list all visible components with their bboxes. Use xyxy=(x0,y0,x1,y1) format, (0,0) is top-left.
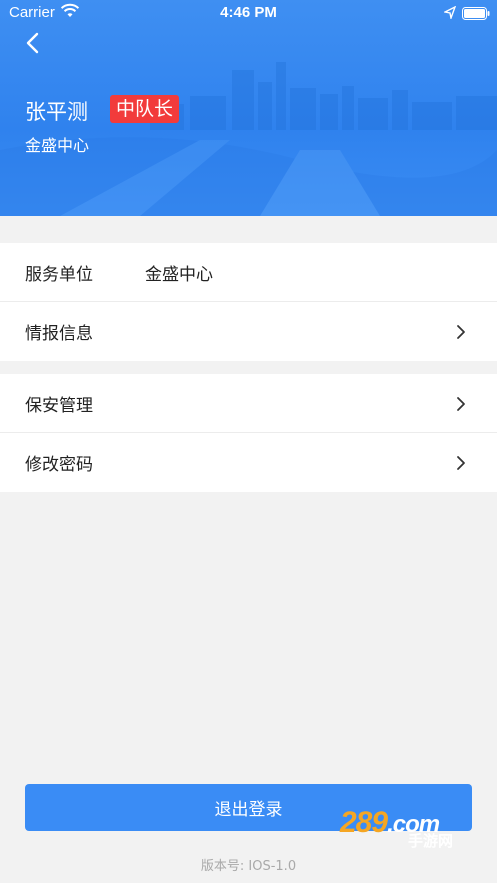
logout-button-label: 退出登录 xyxy=(214,800,283,820)
management-list: 保安管理 修改密码 xyxy=(0,374,497,492)
watermark-logo: 289.com 手游网 xyxy=(340,806,454,850)
service-unit-value: 金盛中心 xyxy=(145,264,213,285)
version-label: 版本号: IOS-1.0 xyxy=(200,859,297,874)
service-unit-label: 服务单位 xyxy=(25,264,93,285)
chevron-right-icon xyxy=(456,455,466,475)
clock-label: 4:46 PM xyxy=(220,4,277,21)
profile-header: Carrier 4:46 PM 张平测 中队长 金盛中心 xyxy=(0,0,497,216)
intelligence-label: 情报信息 xyxy=(25,324,93,344)
list-item-intelligence[interactable]: 情报信息 xyxy=(0,302,497,361)
security-management-label: 保安管理 xyxy=(25,395,93,416)
info-list: 服务单位 金盛中心 情报信息 xyxy=(0,243,497,361)
list-item-service-unit: 服务单位 金盛中心 xyxy=(0,243,497,302)
change-password-label: 修改密码 xyxy=(25,455,93,475)
list-item-change-password[interactable]: 修改密码 xyxy=(0,433,497,492)
location-arrow-icon xyxy=(442,5,457,23)
organization-label: 金盛中心 xyxy=(25,136,90,155)
battery-icon xyxy=(462,6,490,24)
back-arrow-icon[interactable] xyxy=(22,30,46,58)
role-badge: 中队长 xyxy=(110,95,180,123)
chevron-right-icon xyxy=(456,324,466,344)
chevron-right-icon xyxy=(456,396,466,416)
status-bar: Carrier 4:46 PM xyxy=(0,0,497,26)
list-item-security-management[interactable]: 保安管理 xyxy=(0,374,497,433)
user-name: 张平测 xyxy=(25,100,88,124)
